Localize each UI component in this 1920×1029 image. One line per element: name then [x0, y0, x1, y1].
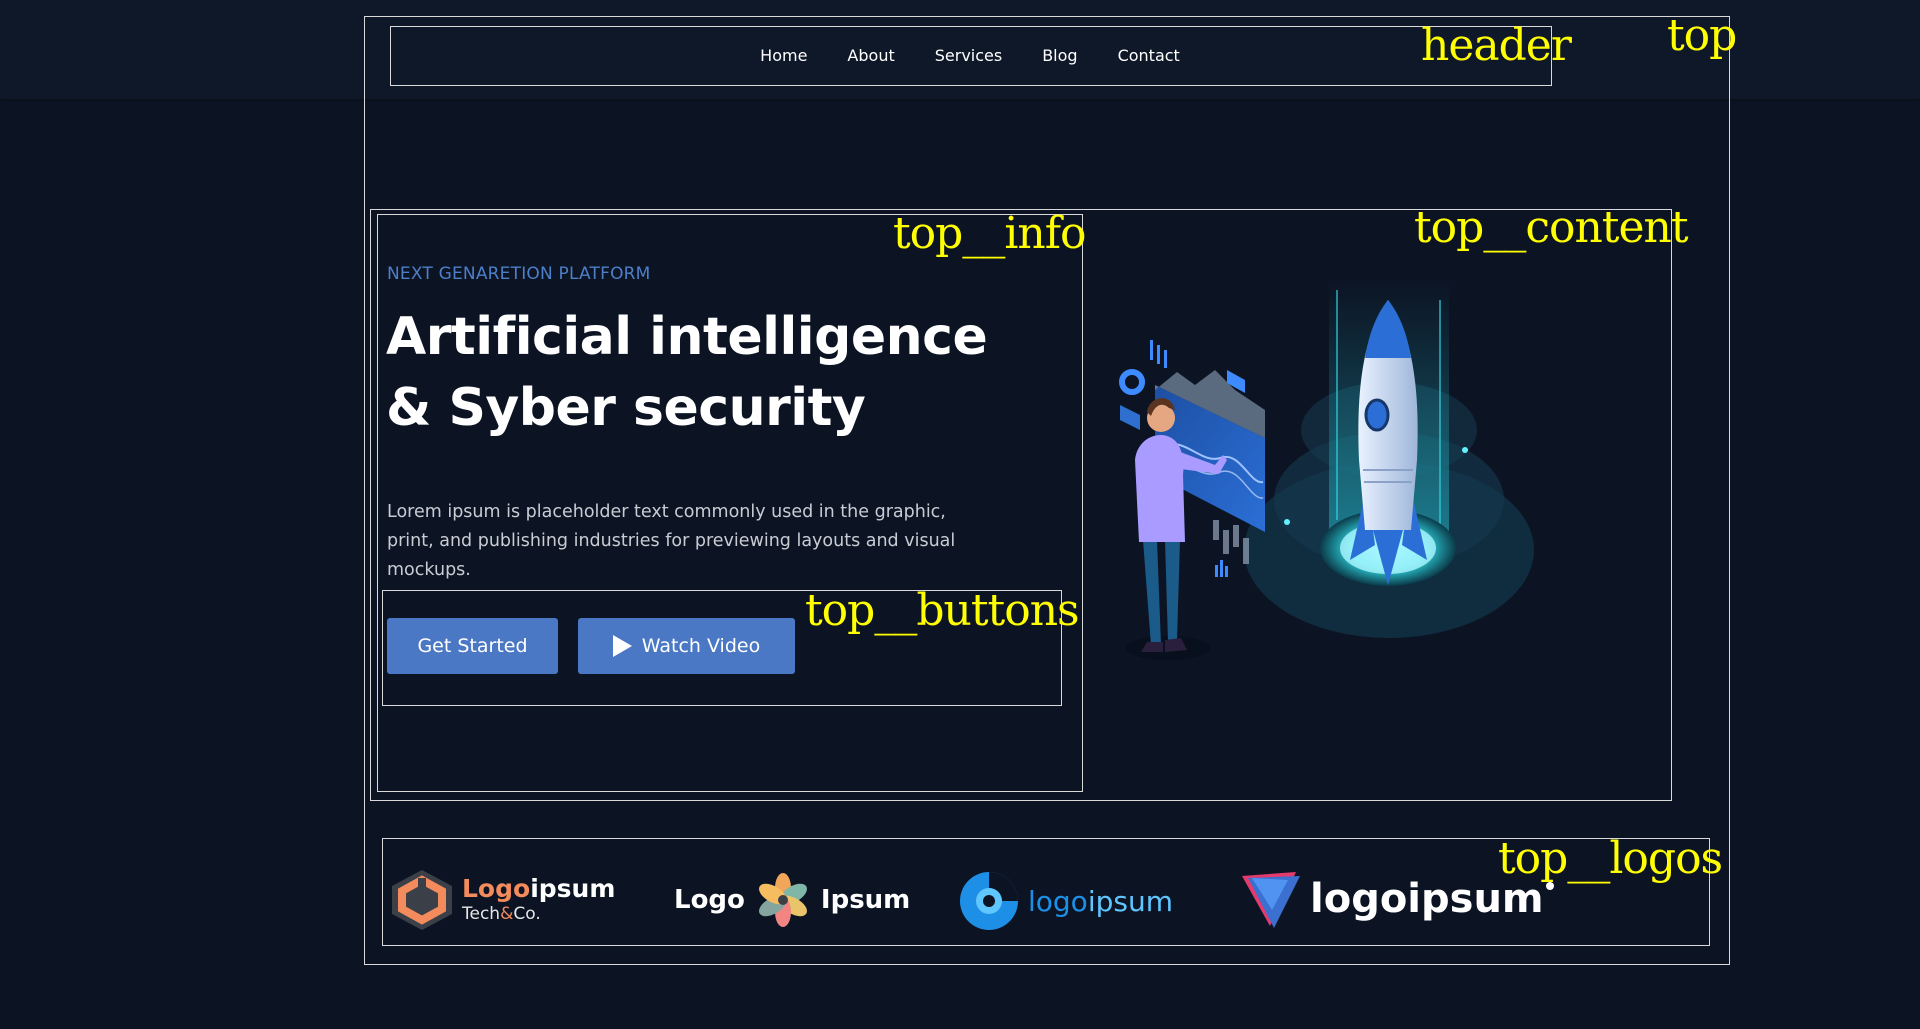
hexagon-logo-icon [392, 870, 452, 930]
nav-link-blog[interactable]: Blog [1042, 46, 1077, 65]
person-legs [1143, 540, 1180, 645]
orbit-dot [1284, 519, 1290, 525]
bar-chart-mini [1150, 340, 1167, 368]
top-buttons-debug-label: top__buttons [805, 585, 1080, 636]
mini-card [1120, 405, 1140, 430]
hero-title: Artificial intelligence & Syber security [386, 302, 1076, 444]
hero-description: Lorem ipsum is placeholder text commonly… [387, 501, 956, 580]
flower-logo-icon [758, 873, 807, 927]
logo-techco: Logoipsum Tech&Co. [388, 868, 615, 932]
landing-page: top header top__content top__info top__b… [0, 0, 1920, 1029]
logo1-sub-b: Co. [513, 904, 541, 924]
get-started-button[interactable]: Get Started [387, 618, 558, 674]
top-info-debug-label: top__info [893, 208, 1087, 259]
swirl-logo-icon [960, 872, 1018, 930]
top-debug-label: top [1667, 10, 1737, 61]
logo4-dot [1545, 882, 1554, 890]
nav-link-services[interactable]: Services [935, 46, 1002, 65]
logo2-right: Ipsum [820, 885, 911, 915]
watch-video-button[interactable]: Watch Video [578, 618, 795, 674]
hero-illustration [1119, 280, 1534, 660]
rocket-window [1364, 398, 1390, 432]
nav-link-contact[interactable]: Contact [1118, 46, 1180, 65]
logo4-text: logoipsum [1310, 876, 1544, 922]
nav-link-home[interactable]: Home [760, 46, 807, 65]
watch-video-label: Watch Video [641, 635, 761, 657]
hero-title-line1: Artificial intelligence [386, 307, 988, 367]
side-bars [1213, 520, 1249, 564]
blue-bars [1215, 560, 1228, 577]
donut-chart [1119, 369, 1145, 395]
hero-eyebrow: NEXT GENARETION PLATFORM [387, 264, 651, 284]
logo3-b: ipsum [1087, 884, 1173, 918]
triangle-logo-icon [1242, 872, 1300, 928]
logo-swirl: logoipsum [958, 870, 1173, 932]
play-icon [612, 635, 632, 657]
logo1-sub-amp: & [500, 904, 514, 924]
main-nav: Home About Services Blog Contact [390, 26, 1550, 84]
logo-triangle: logoipsum [1238, 866, 1554, 932]
hero-title-line2: & Syber security [386, 378, 866, 438]
logo1-main-b: ipsum [530, 874, 616, 903]
logo1-sub-a: Tech [462, 904, 501, 924]
nav-link-about[interactable]: About [847, 46, 894, 65]
get-started-label: Get Started [417, 635, 528, 657]
logo3-a: logo [1028, 884, 1088, 918]
orbit-dot [1462, 447, 1468, 453]
logo2-left: Logo [674, 885, 745, 915]
top-content-debug-label: top__content [1414, 202, 1689, 253]
logo1-main-a: Logo [462, 874, 531, 903]
logo-flower: Logo Ipsum [674, 870, 910, 930]
